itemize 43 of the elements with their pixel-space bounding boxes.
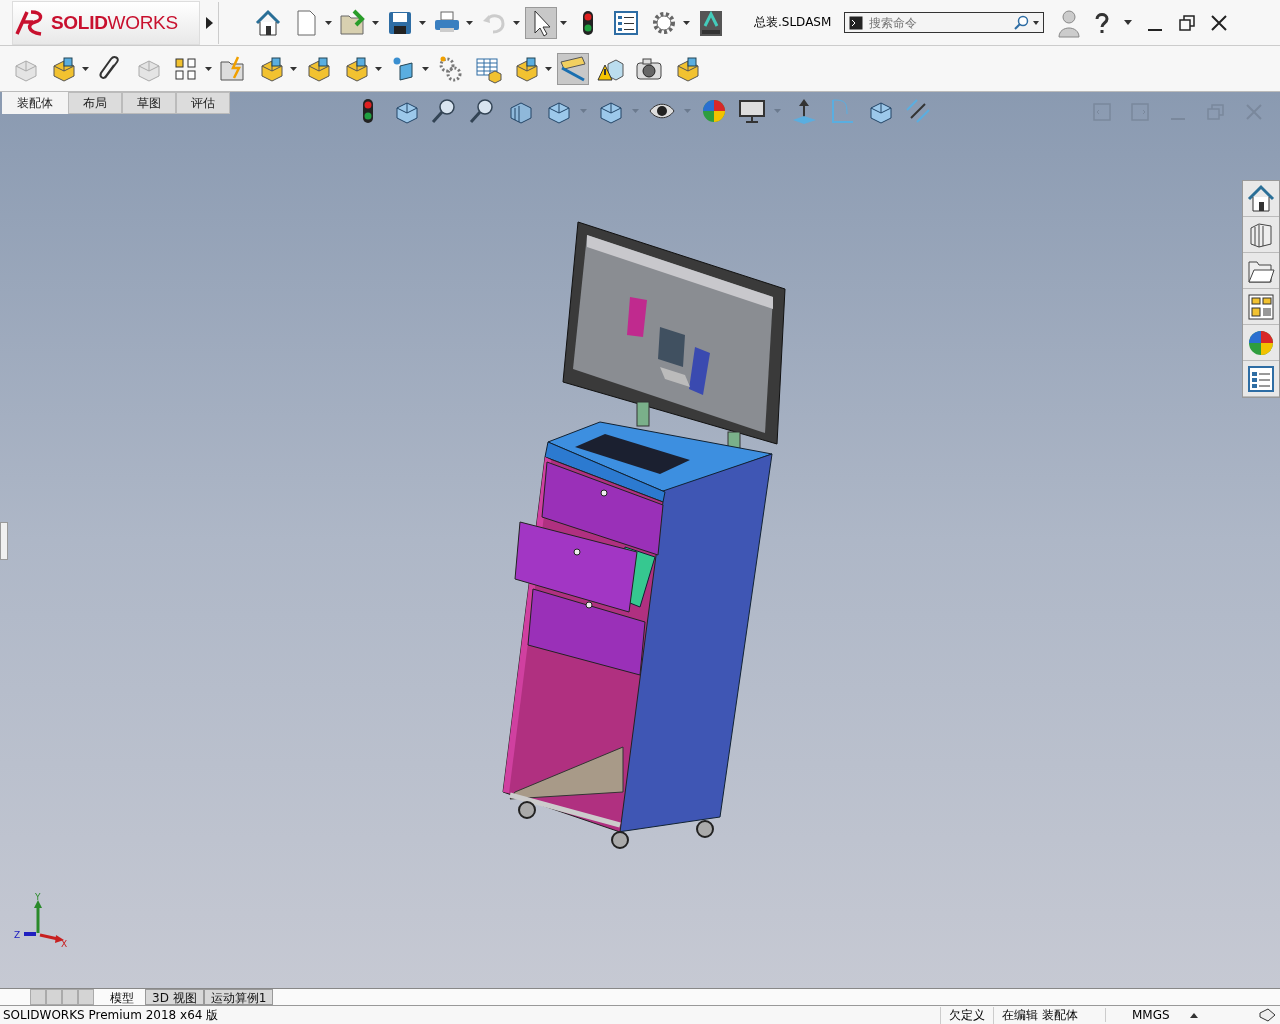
- caret-icon[interactable]: [82, 66, 91, 71]
- select-cursor-icon[interactable]: [525, 6, 557, 39]
- caret-icon[interactable]: [545, 66, 554, 71]
- caret-icon[interactable]: [375, 66, 384, 71]
- axis-label: Z: [14, 930, 21, 940]
- axis-label: Y: [35, 892, 41, 902]
- document-title: 总装.SLDASM: [754, 14, 833, 31]
- close-icon[interactable]: [1210, 13, 1228, 32]
- command-tab[interactable]: 装配体: [2, 92, 68, 114]
- bottom-tab[interactable]: 运动算例1: [203, 989, 274, 1005]
- caret-icon[interactable]: [1033, 20, 1039, 25]
- caret-icon[interactable]: [422, 66, 431, 71]
- product-version: SOLIDWORKS Premium 2018 x64 版: [3, 1006, 220, 1024]
- caret-icon[interactable]: [560, 20, 569, 25]
- y-axis-arrow: [34, 900, 42, 933]
- command-tab[interactable]: 布局: [68, 92, 122, 114]
- editing-status: 在编辑 装配体: [993, 1006, 1105, 1024]
- caret-icon[interactable]: [372, 20, 381, 25]
- caret-icon[interactable]: [683, 20, 692, 25]
- caret-icon[interactable]: [466, 20, 475, 25]
- definition-status: 欠定义: [940, 1006, 993, 1024]
- message-icon[interactable]: [1258, 1007, 1276, 1023]
- command-tab[interactable]: 评估: [176, 92, 230, 114]
- caret-icon[interactable]: [419, 20, 428, 25]
- caret-icon[interactable]: [1190, 1012, 1198, 1018]
- search-bar[interactable]: 搜索命令: [844, 12, 1044, 33]
- units-label[interactable]: MMGS: [1105, 1008, 1190, 1022]
- help-icon[interactable]: [1094, 11, 1110, 34]
- command-prompt-icon: [849, 15, 863, 30]
- search-icon[interactable]: [1013, 14, 1029, 31]
- caret-icon[interactable]: [513, 20, 522, 25]
- caret-icon[interactable]: [325, 20, 334, 25]
- restore-icon[interactable]: [1178, 13, 1196, 32]
- caret-icon[interactable]: [205, 66, 214, 71]
- search-field[interactable]: 搜索命令: [867, 14, 1009, 31]
- solidworks-logo: SOLIDWORKS: [12, 0, 200, 45]
- user-icon[interactable]: [1058, 7, 1080, 38]
- axis-label: X: [61, 939, 68, 947]
- panel-handle[interactable]: [0, 522, 8, 560]
- bottom-tab[interactable]: 3D 视图: [145, 989, 204, 1005]
- command-tab[interactable]: 草图: [122, 92, 176, 114]
- caret-icon[interactable]: [290, 66, 299, 71]
- caret-icon[interactable]: [1124, 20, 1132, 25]
